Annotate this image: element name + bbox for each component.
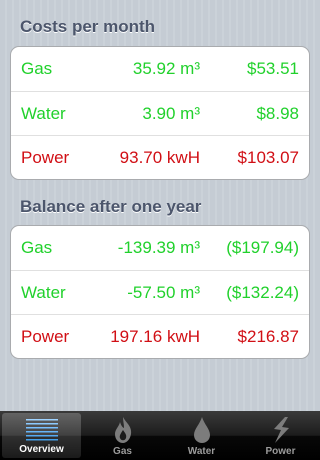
row-amount: $53.51: [247, 59, 299, 78]
tab-overview[interactable]: Overview: [2, 413, 81, 458]
balance-section-title: Balance after one year: [20, 197, 202, 216]
balance-row-water[interactable]: Water -57.50 m³ ($132.24): [11, 270, 309, 314]
tab-water[interactable]: Water: [162, 411, 241, 460]
row-label: Power: [21, 326, 70, 346]
row-amount: ($197.94): [226, 238, 299, 257]
flame-icon: [112, 416, 134, 449]
water-drop-icon: [192, 416, 212, 449]
costs-row-power[interactable]: Power 93.70 kwH $103.07: [11, 135, 309, 179]
row-label: Gas: [21, 238, 53, 257]
row-quantity: 197.16 kwH: [110, 326, 200, 346]
row-amount: ($132.24): [226, 282, 299, 302]
row-quantity: -57.50 m³: [127, 282, 200, 302]
tab-bar: Overview Gas Water Power: [0, 411, 320, 460]
row-quantity: 35.92 m³: [132, 59, 200, 78]
row-label: Water: [21, 282, 66, 302]
lightning-icon: [267, 416, 295, 449]
row-quantity: -139.39 m³: [117, 238, 200, 257]
row-quantity: 93.70 kwH: [119, 147, 200, 167]
row-amount: $103.07: [237, 147, 299, 167]
row-label: Water: [21, 103, 66, 123]
row-amount: $216.87: [237, 326, 299, 346]
costs-row-water[interactable]: Water 3.90 m³ $8.98: [11, 91, 309, 135]
costs-group: Gas 35.92 m³ $53.51 Water 3.90 m³ $8.98 …: [10, 46, 310, 180]
costs-section-title: Costs per month: [20, 17, 156, 36]
balance-row-gas[interactable]: Gas -139.39 m³ ($197.94): [11, 226, 309, 270]
costs-row-gas[interactable]: Gas 35.92 m³ $53.51: [11, 47, 309, 91]
balance-row-power[interactable]: Power 197.16 kwH $216.87: [11, 314, 309, 358]
row-amount: $8.98: [256, 103, 299, 123]
tab-gas[interactable]: Gas: [83, 411, 162, 460]
row-label: Gas: [21, 59, 53, 78]
row-label: Power: [21, 147, 70, 167]
row-quantity: 3.90 m³: [142, 103, 200, 123]
balance-group: Gas -139.39 m³ ($197.94) Water -57.50 m³…: [10, 225, 310, 359]
overview-lines-icon: [25, 418, 59, 449]
tab-power[interactable]: Power: [241, 411, 320, 460]
